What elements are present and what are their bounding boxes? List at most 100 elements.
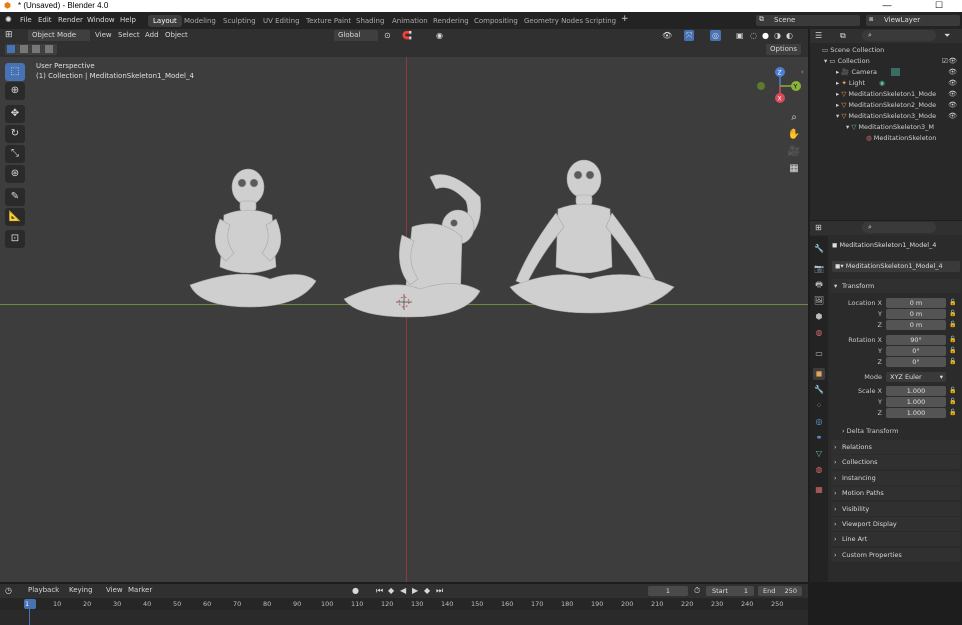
object-name-field[interactable]: ◼▾ MeditationSkeleton1_Model_4 [832,261,960,272]
display-mode-icon[interactable]: ⧉ [840,30,846,41]
skeleton-models[interactable] [180,157,690,327]
ortho-grid-icon[interactable]: ▦ [785,161,803,177]
viewport-display-section[interactable]: › Viewport Display [831,517,961,531]
annotate-tool-icon[interactable]: ✎ [5,188,25,206]
instancing-section[interactable]: › Instancing [831,471,961,485]
outliner-editor-icon[interactable]: ☰ [815,30,822,41]
timeline-menu-view[interactable]: View [106,585,123,596]
transform-tool-icon[interactable]: ⊛ [5,165,25,183]
texture-tab-icon[interactable]: ▦ [813,484,825,496]
rotation-mode-dropdown[interactable]: XYZ Euler ▾ [886,372,946,382]
add-workspace-icon[interactable]: + [621,14,629,24]
shading-rendered-icon[interactable]: ◐ [786,30,793,41]
lock-icon[interactable]: 🔓 [949,321,956,328]
menu-render[interactable]: Render [58,16,83,24]
eye-icon[interactable]: 👁 [948,100,957,111]
light-data-icon[interactable]: ◉ [879,79,885,87]
record-icon[interactable]: ● [352,585,359,596]
rotation-y-field[interactable]: 0° [886,346,946,356]
lock-icon[interactable]: 🔓 [949,347,956,354]
relations-section[interactable]: › Relations [831,440,961,454]
lock-icon[interactable]: 🔓 [949,299,956,306]
cursor-tool-icon[interactable]: ⊕ [5,82,25,100]
proportional-edit-icon[interactable]: ◉ [436,30,443,41]
tab-sculpting[interactable]: Sculpting [218,15,261,27]
object-tab-icon[interactable]: ◼ [813,368,825,380]
select-subtract-icon[interactable] [32,45,41,53]
viewport-menu-view[interactable]: View [95,30,112,41]
add-cube-tool-icon[interactable]: ⊡ [5,230,25,248]
delta-transform-subpanel[interactable]: › Delta Transform [842,427,898,435]
visibility-icon[interactable]: 👁 [662,30,672,41]
outliner-row-camera[interactable]: ▸ 🎥 Camera 👁 [836,67,960,78]
rotate-tool-icon[interactable]: ↻ [5,125,25,143]
mode-dropdown[interactable]: Object Mode [28,30,90,41]
jump-end-icon[interactable]: ⏭ [436,585,443,596]
lock-icon[interactable]: 🔓 [949,310,956,317]
timeline-editor-icon[interactable]: ◷ [5,585,12,596]
world-tab-icon[interactable]: ◍ [813,327,825,339]
select-mode-buttons[interactable] [5,44,57,55]
visibility-section[interactable]: › Visibility [831,502,961,516]
current-frame-field[interactable]: 1 [648,586,688,596]
constraints-tab-icon[interactable]: ⚭ [813,432,825,444]
eye-icon[interactable]: 👁 [948,89,957,100]
timeline-menu-marker[interactable]: Marker [128,585,152,596]
jump-start-icon[interactable]: ⏮ [376,585,383,596]
end-frame-field[interactable]: End 250 [758,586,802,596]
view-layer-selector[interactable]: ViewLayer [866,15,960,26]
select-extend-icon[interactable] [20,45,29,53]
rotation-x-field[interactable]: 90° [886,335,946,345]
pan-hand-icon[interactable]: ✋ [785,127,803,143]
timeline-menu-keying[interactable]: Keying [69,585,93,596]
scene-tab-icon[interactable]: ⬢ [813,311,825,323]
timeline-menu-playback[interactable]: Playback [28,585,59,596]
outliner-row-light[interactable]: ▸ ✦ Light ◉ 👁 [836,78,960,89]
select-box-icon[interactable] [7,45,15,53]
properties-editor-icon[interactable]: ⊞ [815,222,822,233]
scale-z-field[interactable]: 1.000 [886,408,946,418]
scale-x-field[interactable]: 1.000 [886,386,946,396]
rotation-z-field[interactable]: 0° [886,357,946,367]
collection-tab-icon[interactable]: ▭ [813,348,825,360]
snap-icon[interactable]: 🧲 [402,30,412,41]
tab-compositing[interactable]: Compositing [469,15,523,27]
location-z-field[interactable]: 0 m [886,320,946,330]
modifier-tab-icon[interactable]: 🔧 [813,384,825,396]
location-y-field[interactable]: 0 m [886,309,946,319]
lock-icon[interactable]: 🔓 [949,358,956,365]
start-frame-field[interactable]: Start 1 [706,586,754,596]
lock-icon[interactable]: 🔓 [949,336,956,343]
zoom-icon[interactable]: ⌕ [785,110,803,126]
tool-tab-icon[interactable]: 🔧 [813,243,825,255]
menu-edit[interactable]: Edit [38,16,52,24]
select-tool-icon[interactable]: ⬚ [5,63,25,81]
skeleton-1[interactable] [189,168,317,308]
eye-icon[interactable]: 👁 [948,67,957,78]
outliner-row-skeleton1[interactable]: ▸ ▽ MeditationSkeleton1_Mode 👁 [836,89,960,100]
orientation-dropdown[interactable]: Global [334,30,378,41]
tab-shading[interactable]: Shading [351,15,389,27]
options-dropdown[interactable]: Options [766,44,802,55]
lock-icon[interactable]: 🔓 [949,398,956,405]
outliner-row-skeleton3-mesh[interactable]: ▾ ▽ MeditationSkeleton3_M [846,122,934,133]
data-tab-icon[interactable]: ▽ [813,448,825,460]
outliner-row-material[interactable]: ◍ MeditationSkeleton [866,133,936,144]
menu-file[interactable]: File [20,16,32,24]
transform-section-header[interactable]: ▾ Transform [831,279,961,293]
menu-window[interactable]: Window [87,16,115,24]
location-x-field[interactable]: 0 m [886,298,946,308]
3d-viewport[interactable]: Options User Perspective (1) Collection … [0,42,808,582]
tab-layout[interactable]: Layout [148,15,182,27]
tab-uv-editing[interactable]: UV Editing [258,15,305,27]
shading-wireframe-icon[interactable]: ◌ [750,30,757,41]
custom-properties-section[interactable]: › Custom Properties [831,548,961,562]
physics-tab-icon[interactable]: ◎ [813,416,825,428]
shading-material-icon[interactable]: ◑ [774,30,781,41]
blender-menu-icon[interactable]: ✺ [5,15,12,24]
play-reverse-icon[interactable]: ◀ [400,585,406,596]
tab-modeling[interactable]: Modeling [179,15,221,27]
outliner-scene-collection[interactable]: ▭ Scene Collection [822,45,884,56]
scale-tool-icon[interactable]: ⤡ [5,145,25,163]
properties-search-input[interactable]: ⌕ [862,222,936,233]
